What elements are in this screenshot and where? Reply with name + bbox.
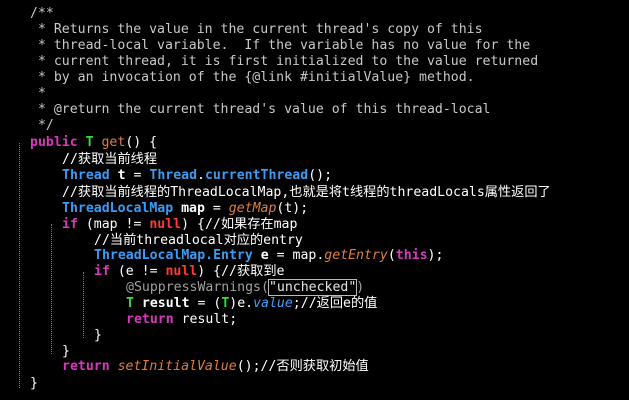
code-line[interactable]: * current thread, it is first initialize… bbox=[30, 54, 538, 70]
code-token: return bbox=[126, 312, 174, 327]
code-token: () { bbox=[125, 135, 158, 150]
code-line[interactable]: * by an invocation of the {@link #initia… bbox=[30, 70, 475, 86]
code-token: (t); bbox=[276, 201, 309, 216]
code-token: ( bbox=[260, 280, 269, 295]
code-token: T bbox=[85, 135, 94, 150]
code-token: /** bbox=[30, 6, 54, 21]
code-line[interactable]: /** bbox=[30, 6, 54, 22]
code-line[interactable]: * thread-local variable. If the variable… bbox=[30, 38, 530, 54]
code-token: * Returns the value in the current threa… bbox=[30, 22, 483, 37]
code-line[interactable]: ThreadLocalMap map = getMap(t); bbox=[62, 201, 308, 217]
code-line[interactable]: //获取当前线程的ThreadLocalMap,也就是将t线程的threadLo… bbox=[62, 185, 551, 201]
code-token: get bbox=[93, 135, 126, 150]
code-token: //否则获取初始值 bbox=[260, 359, 369, 374]
code-token: ; bbox=[292, 296, 301, 311]
code-line[interactable]: public T get() { bbox=[30, 135, 157, 151]
code-line[interactable]: } bbox=[62, 344, 70, 360]
code-token: * current thread, it is first initialize… bbox=[30, 54, 539, 69]
code-token: //获取当前线程的ThreadLocalMap,也就是将t线程的threadLo… bbox=[62, 185, 551, 200]
code-line[interactable]: //当前threadlocal对应的entry bbox=[94, 233, 303, 249]
code-token: Thread bbox=[62, 168, 110, 183]
indent-guide-if-e bbox=[83, 272, 84, 338]
indent-guide-if-map bbox=[51, 224, 52, 354]
code-line[interactable]: } bbox=[94, 328, 102, 344]
code-token: (map != bbox=[77, 217, 150, 232]
code-token: (); bbox=[236, 359, 261, 374]
code-token: * bbox=[30, 86, 46, 101]
code-token: getMap bbox=[228, 201, 277, 216]
code-token: = map. bbox=[268, 248, 325, 263]
code-token: Thread bbox=[149, 168, 198, 183]
code-token: )e. bbox=[229, 296, 254, 311]
code-line[interactable]: * @return the current thread's value of … bbox=[30, 102, 491, 118]
code-token: "unchecked" bbox=[267, 279, 358, 296]
code-line[interactable]: return result; bbox=[126, 312, 237, 328]
code-line[interactable]: T result = (T)e.value;//返回e的值 bbox=[126, 296, 377, 312]
code-token: ) { bbox=[181, 217, 205, 232]
code-token: //当前threadlocal对应的entry bbox=[94, 233, 303, 248]
code-line[interactable]: * bbox=[30, 86, 46, 102]
code-token: ) { bbox=[197, 264, 222, 279]
code-token: map bbox=[181, 201, 205, 216]
code-token: public bbox=[30, 135, 78, 150]
code-line[interactable]: if (map != null) {//如果存在map bbox=[62, 217, 297, 233]
code-token: result; bbox=[173, 312, 238, 327]
code-line[interactable]: } bbox=[30, 376, 38, 392]
code-token: (); bbox=[308, 168, 333, 183]
code-token: if bbox=[62, 217, 78, 232]
code-token: @SuppressWarnings bbox=[126, 280, 261, 295]
code-token: * thread-local variable. If the variable… bbox=[30, 38, 531, 53]
code-token: currentThread bbox=[204, 168, 309, 183]
code-token: e bbox=[260, 248, 269, 263]
code-token: getEntry bbox=[324, 248, 388, 263]
code-token: null bbox=[149, 217, 182, 232]
code-line[interactable]: @SuppressWarnings("unchecked") bbox=[126, 279, 365, 296]
code-token: //获取当前线程 bbox=[62, 152, 158, 167]
code-token: ThreadLocalMap bbox=[62, 201, 174, 216]
code-editor[interactable]: /** * Returns the value in the current t… bbox=[0, 0, 629, 400]
code-line[interactable]: Thread t = Thread.currentThread(); bbox=[62, 168, 332, 184]
code-token: //返回e的值 bbox=[300, 296, 378, 311]
code-token: return bbox=[62, 359, 110, 374]
indent-guide-method bbox=[19, 143, 20, 388]
code-token: T bbox=[126, 296, 134, 311]
code-token: setInitialValue bbox=[117, 359, 237, 374]
code-token: } bbox=[30, 376, 38, 391]
code-token: (e != bbox=[109, 264, 166, 279]
code-token: ( bbox=[387, 248, 396, 263]
code-token: //如果存在map bbox=[204, 217, 298, 232]
code-line[interactable]: //获取当前线程 bbox=[62, 152, 157, 168]
code-token: ) bbox=[356, 280, 365, 295]
code-line[interactable]: if (e != null) {//获取到e bbox=[94, 264, 284, 280]
code-line[interactable]: return setInitialValue();//否则获取初始值 bbox=[62, 359, 369, 375]
code-token: if bbox=[94, 264, 110, 279]
code-token: * @return the current thread's value of … bbox=[30, 102, 491, 117]
code-line[interactable]: */ bbox=[30, 118, 54, 134]
code-token: = bbox=[125, 168, 150, 183]
code-line[interactable]: * Returns the value in the current threa… bbox=[30, 22, 483, 38]
code-token: null bbox=[165, 264, 198, 279]
code-token: } bbox=[62, 344, 70, 359]
code-token: result bbox=[141, 296, 190, 311]
code-token: . bbox=[197, 168, 205, 183]
code-token: t bbox=[117, 168, 126, 183]
code-line[interactable]: ThreadLocalMap.Entry e = map.getEntry(th… bbox=[94, 248, 443, 264]
code-token: } bbox=[94, 328, 102, 343]
code-token: //获取到e bbox=[221, 264, 285, 279]
code-token: = bbox=[204, 201, 229, 216]
code-token: = ( bbox=[189, 296, 222, 311]
code-token: ); bbox=[427, 248, 444, 263]
code-token: */ bbox=[30, 118, 54, 133]
code-token: value bbox=[253, 296, 293, 311]
code-token: ThreadLocalMap.Entry bbox=[94, 248, 253, 263]
code-token: * by an invocation of the {@link #initia… bbox=[30, 70, 475, 85]
code-token: this bbox=[395, 248, 428, 263]
